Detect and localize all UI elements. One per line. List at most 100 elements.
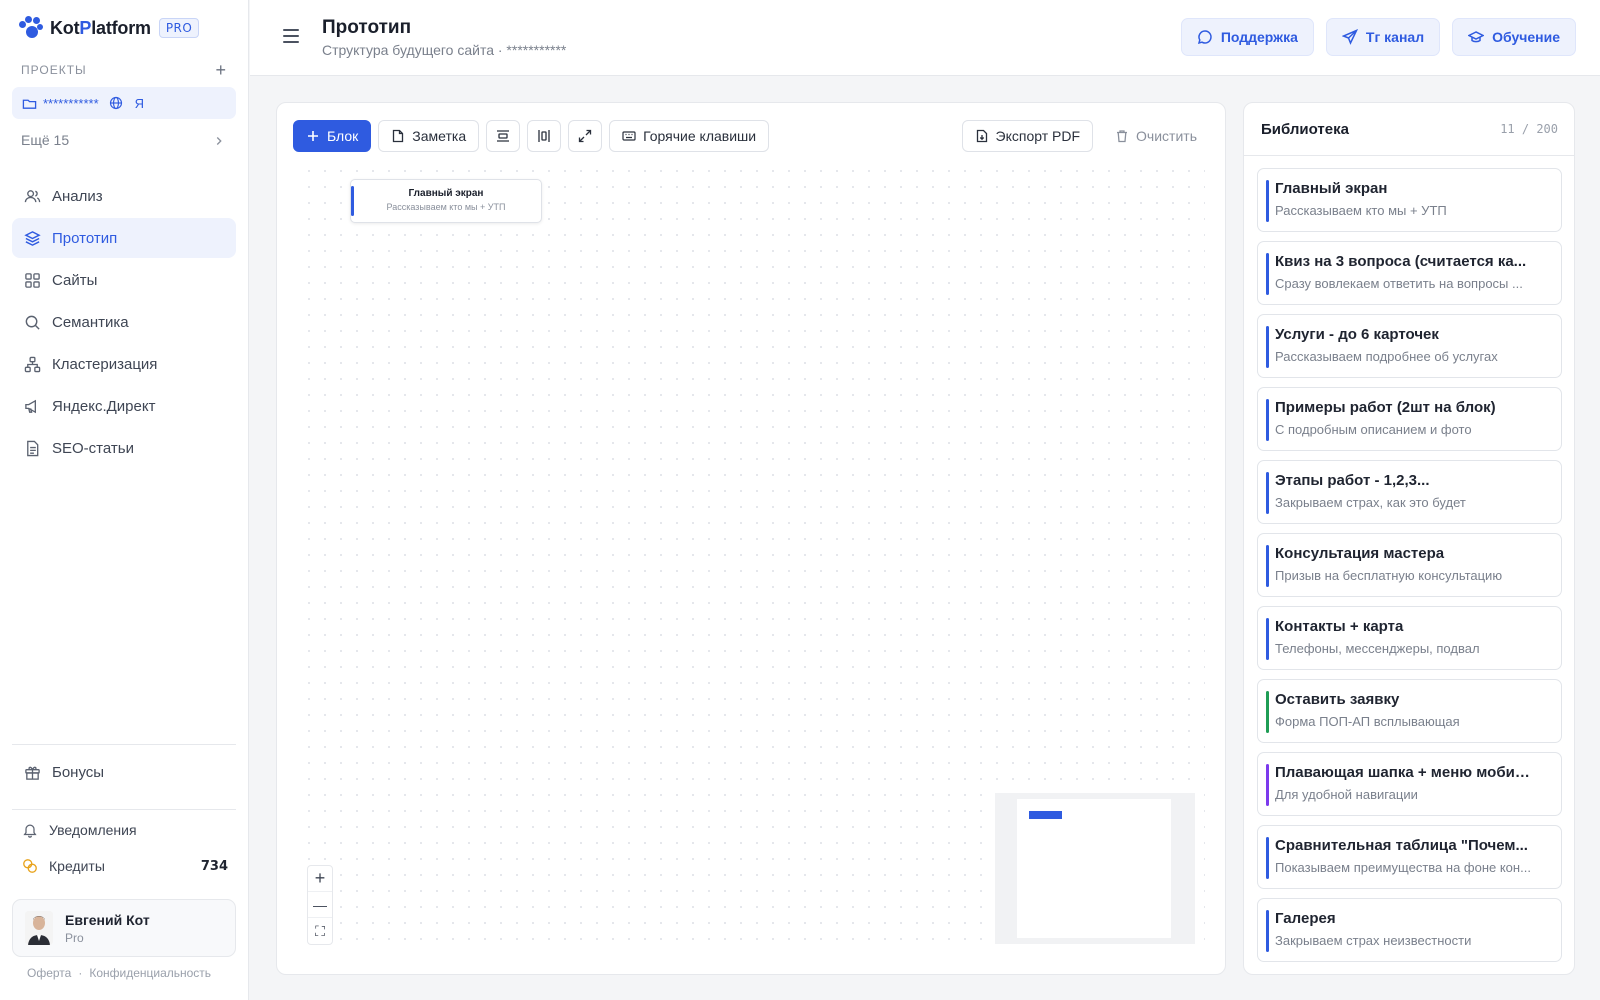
chevron-right-icon [216,137,222,145]
library-item[interactable]: Услуги - до 6 карточек Рассказываем подро… [1257,314,1562,378]
library-item-subtitle: Форма ПОП-АП всплывающая [1275,714,1460,729]
cluster-icon [24,356,41,372]
plus-icon [308,131,318,141]
hotkeys-button[interactable]: Горячие клавиши [609,120,770,152]
sidebar-item-sites[interactable]: Сайты [12,260,236,300]
canvas-node-main-screen[interactable]: Главный экран Рассказываем кто мы + УТП [350,179,542,223]
library-item-subtitle: Призыв на бесплатную консультацию [1275,568,1503,583]
zoom-out-button[interactable]: — [308,892,332,918]
library-item-subtitle: Показываем преимущества на фоне кон... [1275,860,1531,875]
library-item[interactable]: Примеры работ (2шт на блок) С подробным о… [1257,387,1562,451]
keyboard-icon [622,131,636,141]
sidebar-item-label: Сайты [52,271,98,289]
library-item-accent [1266,399,1269,441]
sidebar-nav: Анализ Прототип Сайты Семантика Кластери… [12,176,236,470]
grid-icon [25,272,40,288]
export-pdf-button[interactable]: Экспорт PDF [961,120,1094,152]
add-note-label: Заметка [412,128,467,144]
menu-toggle-icon[interactable] [283,29,299,43]
sidebar-item-label: Анализ [52,187,103,205]
minimap[interactable] [995,793,1195,944]
avatar [25,911,53,945]
project-name: *********** [43,95,99,111]
library-item-accent [1266,472,1269,514]
library-item-subtitle: Сразу вовлекаем ответить на вопросы ... [1275,276,1523,291]
library-item-title: Оставить заявку [1275,691,1400,708]
privacy-link[interactable]: Конфиденциальность [89,966,211,980]
library-item[interactable]: Этапы работ - 1,2,3... Закрываем страх, к… [1257,460,1562,524]
telegram-button[interactable]: Tг канал [1325,18,1441,56]
offer-link[interactable]: Оферта [27,966,71,980]
pro-badge: PRO [158,18,200,38]
add-block-button[interactable]: Блок [293,120,372,152]
library-item-accent [1266,253,1269,295]
page-header: Прототип Структура будущего сайта · ****… [250,0,1600,76]
sidebar-item-seo-articles[interactable]: SEO-статьи [12,428,236,468]
support-button[interactable]: Поддержка [1180,18,1314,56]
sidebar-item-prototype[interactable]: Прототип [12,218,236,258]
fullscreen-button[interactable] [568,120,603,152]
add-project-button[interactable]: + [215,61,226,79]
library-item[interactable]: Плавающая шапка + меню мобил... Для удобн… [1257,752,1562,816]
library-item[interactable]: Квиз на 3 вопроса (считается ка... Сразу … [1257,241,1562,305]
credits-link[interactable]: Кредиты 734 [12,858,236,874]
learning-button[interactable]: Обучение [1452,18,1576,56]
sidebar-item-yandex-direct[interactable]: Яндекс.Директ [12,386,236,426]
bell-icon [23,824,37,838]
sidebar-item-label: Кластеризация [52,355,158,373]
library-item[interactable]: Сравнительная таблица "Почем... Показывае… [1257,825,1562,889]
library-item-accent [1266,910,1269,952]
zoom-in-button[interactable]: + [308,866,332,892]
sidebar-item-clustering[interactable]: Кластеризация [12,344,236,384]
page-subtitle: Структура будущего сайта · *********** [322,42,567,58]
fit-view-button[interactable]: ⛶ [308,918,332,944]
bonuses-label: Бонусы [52,763,105,781]
prototype-canvas: Блок Заметка Горячие клавиши Экспорт PDF… [276,102,1226,975]
clear-button[interactable]: Очистить [1103,120,1209,152]
library-item-title: Галерея [1275,910,1336,927]
search-icon [25,315,40,330]
note-icon [393,129,404,143]
sidebar-item-analysis[interactable]: Анализ [12,176,236,216]
divider [12,809,236,810]
library-item-title: Контакты + карта [1275,618,1404,635]
library-item-accent [1266,691,1269,733]
document-icon [27,440,39,456]
divider [12,744,236,745]
library-item[interactable]: Консультация мастера Призыв на бесплатную… [1257,533,1562,597]
user-card[interactable]: Евгений Кот Pro [12,899,236,957]
add-note-button[interactable]: Заметка [378,120,480,152]
library-item[interactable]: Оставить заявку Форма ПОП-АП всплывающая [1257,679,1562,743]
node-title: Главный экран [408,188,484,199]
library-item[interactable]: Главный экран Рассказываем кто мы + УТП [1257,168,1562,232]
sidebar-item-bonuses[interactable]: Бонусы [12,752,236,792]
notifications-link[interactable]: Уведомления [12,822,236,838]
gift-icon [25,766,40,780]
library-item[interactable]: Контакты + карта Телефоны, мессенджеры, п… [1257,606,1562,670]
coins-icon [23,859,37,873]
sidebar-item-semantics[interactable]: Семантика [12,302,236,342]
send-icon [1341,29,1358,45]
library-item-title: Плавающая шапка + меню мобил... [1275,764,1533,781]
library-item-title: Услуги - до 6 карточек [1275,326,1439,343]
support-label: Поддержка [1220,29,1298,45]
logo-text: KotPlatform [50,17,151,38]
library-item[interactable]: Галерея Закрываем страх неизвестности [1257,898,1562,962]
trash-icon [1117,130,1128,143]
add-block-label: Блок [327,128,359,144]
user-name: Евгений Кот [65,911,150,928]
logo[interactable]: KotPlatform PRO [18,16,200,40]
project-item-current[interactable]: *********** Я [12,87,236,119]
align-horizontal-button[interactable] [527,120,562,152]
telegram-label: Tг канал [1365,29,1425,45]
paw-logo-icon [18,16,43,40]
library-item-title: Главный экран [1275,180,1388,197]
library-item-accent [1266,545,1269,587]
align-vertical-button[interactable] [486,120,521,152]
library-item-subtitle: Телефоны, мессенджеры, подвал [1275,641,1480,656]
file-download-icon [976,129,987,143]
more-projects[interactable]: Ещё 15 [21,132,226,148]
library-list: Главный экран Рассказываем кто мы + УТП Кв… [1244,156,1574,962]
folder-icon [22,99,37,109]
library-item-accent [1266,837,1269,879]
